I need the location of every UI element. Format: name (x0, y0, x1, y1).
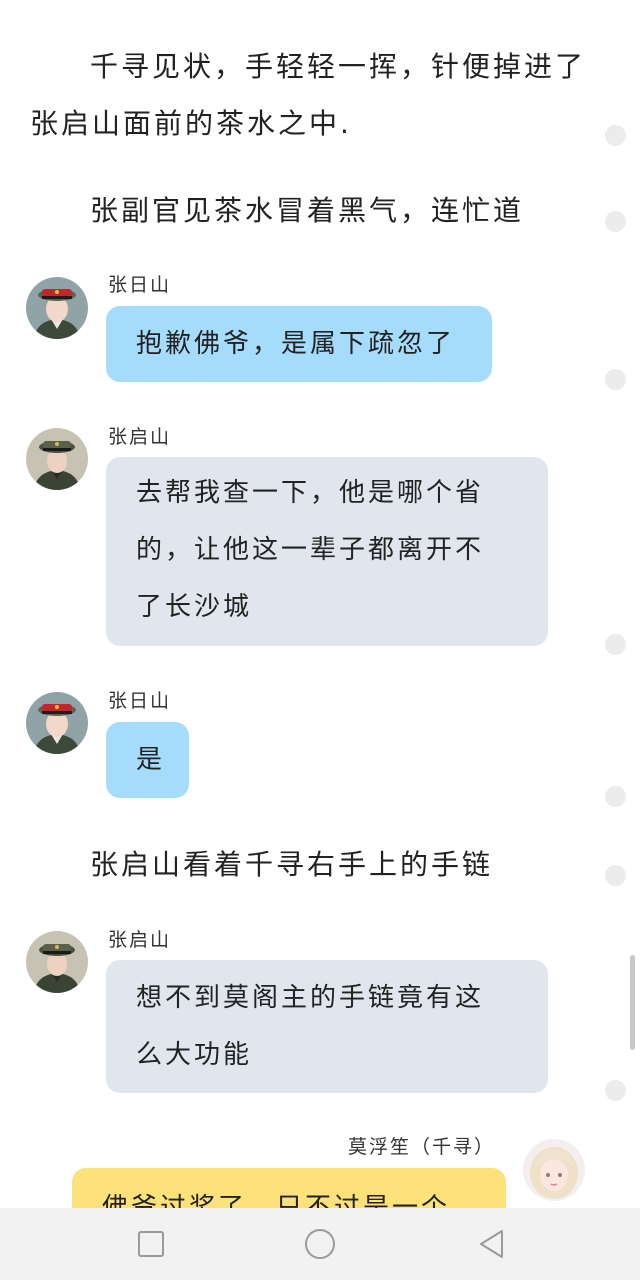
system-navigation-bar (0, 1208, 640, 1280)
avatar-zhang-qishan[interactable] (26, 428, 88, 490)
message-text: 么大功能 (136, 1040, 253, 1070)
scrollbar[interactable] (630, 955, 635, 1050)
circle-home-icon (305, 1229, 335, 1259)
message-bubble[interactable]: 想不到莫阁主的手链竟有这 么大功能 (106, 960, 548, 1093)
side-dot (605, 211, 626, 232)
officer-red-cap-avatar (26, 692, 88, 754)
narration-line: 千寻见状，手轻轻一挥，针便掉进了 (90, 50, 587, 83)
blonde-girl-avatar (523, 1139, 585, 1201)
sender-name: 张启山 (108, 426, 172, 448)
message-bubble[interactable]: 是 (106, 722, 189, 798)
avatar-mo-fusheng[interactable] (523, 1139, 585, 1201)
side-dot (605, 125, 626, 146)
officer-dark-cap-avatar (26, 428, 88, 490)
side-dot (605, 786, 626, 807)
sender-name: 张启山 (108, 929, 172, 951)
avatar-zhang-rishan[interactable] (26, 277, 88, 339)
side-dot (605, 865, 626, 886)
home-button[interactable] (302, 1226, 338, 1262)
message-bubble[interactable]: 去帮我查一下，他是哪个省 的，让他这一辈子都离开不 了长沙城 (106, 457, 548, 646)
officer-dark-cap-avatar (26, 931, 88, 993)
back-button[interactable] (474, 1226, 510, 1262)
message-text: 的，让他这一辈子都离开不 (136, 535, 485, 565)
triangle-back-icon (480, 1230, 503, 1258)
chat-story-screen: 千寻见状，手轻轻一挥，针便掉进了 张启山面前的茶水之中. 张副官见茶水冒着黑气，… (0, 0, 640, 1280)
avatar-zhang-rishan[interactable] (26, 692, 88, 754)
narration-line: 张启山面前的茶水之中. (30, 107, 352, 140)
message-text: 了长沙城 (136, 592, 253, 622)
narration-line: 张启山看着千寻右手上的手链 (90, 848, 494, 881)
recent-apps-button[interactable] (133, 1226, 169, 1262)
sender-name: 张日山 (108, 274, 172, 296)
square-recent-apps-icon (138, 1231, 164, 1257)
side-dot (605, 634, 626, 655)
sender-name: 张日山 (108, 690, 172, 712)
message-text: 抱歉佛爷，是属下疏忽了 (136, 329, 456, 359)
narration-line: 张副官见茶水冒着黑气，连忙道 (90, 194, 525, 227)
message-text: 去帮我查一下，他是哪个省 (136, 478, 485, 508)
side-dot (605, 1080, 626, 1101)
officer-red-cap-avatar (26, 277, 88, 339)
message-bubble[interactable]: 抱歉佛爷，是属下疏忽了 (106, 306, 492, 382)
message-text: 是 (136, 745, 166, 775)
sender-name: 莫浮笙（千寻） (348, 1136, 496, 1158)
avatar-zhang-qishan[interactable] (26, 931, 88, 993)
side-dot (605, 369, 626, 390)
message-text: 想不到莫阁主的手链竟有这 (136, 983, 485, 1013)
